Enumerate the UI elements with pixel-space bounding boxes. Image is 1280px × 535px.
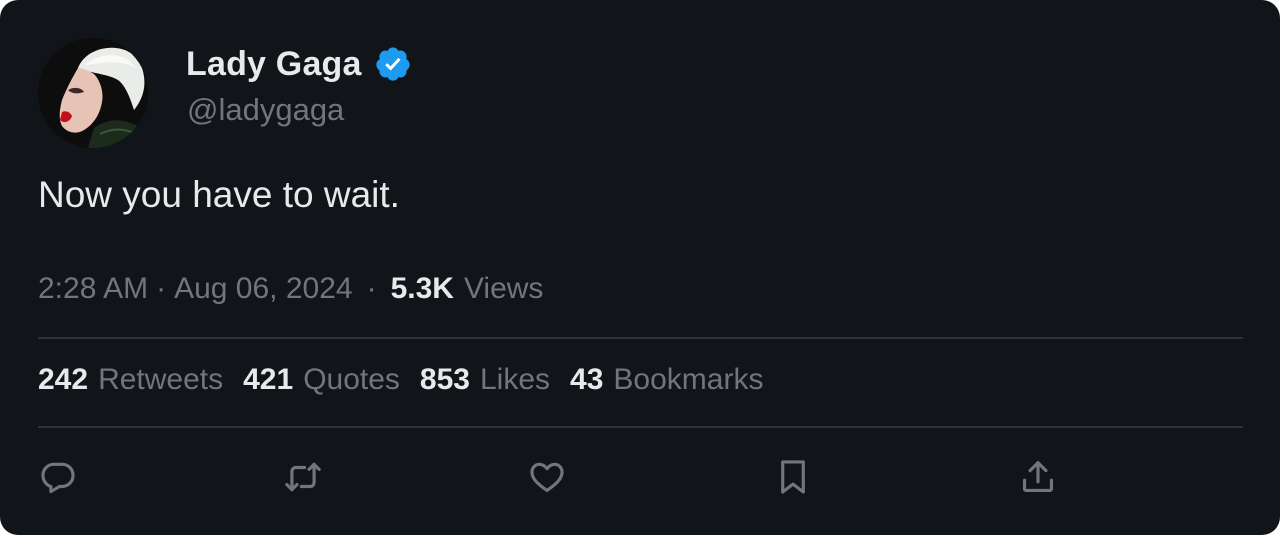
stat-likes-label: Likes	[479, 363, 551, 396]
divider-top	[38, 337, 1243, 339]
reply-button[interactable]	[38, 457, 78, 497]
tweet-date[interactable]: Aug 06, 2024	[174, 272, 353, 306]
engagement-stats: 242 Retweets 421 Quotes 853 Likes 43 Bookmar…	[38, 363, 783, 397]
stat-retweets-count: 242	[38, 363, 89, 396]
share-icon	[1022, 461, 1054, 493]
stat-bookmarks-count: 43	[570, 363, 604, 396]
stat-bookmarks[interactable]: 43 Bookmarks	[570, 363, 763, 397]
stat-quotes-count: 421	[243, 363, 294, 396]
tweet-card: Lady Gaga @ladygaga Now you have to wait…	[0, 0, 1280, 535]
bookmark-icon	[781, 460, 805, 494]
verified-badge-icon	[376, 47, 410, 81]
display-name[interactable]: Lady Gaga	[186, 45, 362, 84]
views-count: 5.3K	[390, 272, 454, 305]
stat-quotes[interactable]: 421 Quotes	[243, 363, 400, 397]
tweet-text: Now you have to wait.	[38, 174, 400, 215]
reply-icon	[41, 462, 75, 494]
bookmark-button[interactable]	[773, 457, 813, 497]
author-name-row: Lady Gaga	[186, 42, 412, 86]
stat-bookmarks-label: Bookmarks	[613, 363, 764, 396]
share-button[interactable]	[1018, 457, 1058, 497]
retweet-button[interactable]	[283, 457, 323, 497]
tweet-time[interactable]: 2:28 AM	[38, 272, 148, 306]
stat-quotes-label: Quotes	[303, 363, 400, 396]
avatar[interactable]	[38, 38, 148, 148]
divider-bottom	[38, 426, 1243, 428]
meta-separator-2: ·	[366, 272, 377, 305]
stat-retweets-label: Retweets	[98, 363, 224, 396]
meta-separator: ·	[156, 272, 167, 305]
author-handle[interactable]: @ladygaga	[187, 92, 344, 128]
retweet-icon	[285, 462, 321, 492]
avatar-portrait	[38, 38, 148, 148]
tweet-meta: 2:28 AM · Aug 06, 2024 · 5.3K Views	[38, 272, 543, 306]
stat-retweets[interactable]: 242 Retweets	[38, 363, 223, 397]
stat-likes[interactable]: 853 Likes	[420, 363, 550, 397]
heart-icon	[530, 462, 564, 493]
stat-likes-count: 853	[419, 363, 470, 396]
views-label: Views	[463, 272, 544, 305]
like-button[interactable]	[527, 457, 567, 497]
